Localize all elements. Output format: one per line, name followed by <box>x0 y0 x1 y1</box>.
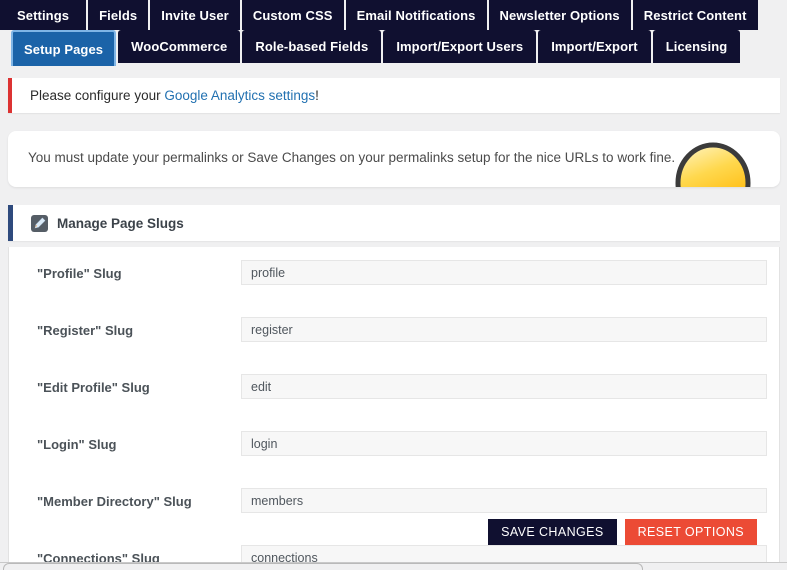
primary-tab-email-notifications[interactable]: Email Notifications <box>345 0 487 30</box>
secondary-tab-licensing[interactable]: Licensing <box>652 30 741 63</box>
secondary-tab-import-export-users[interactable]: Import/Export Users <box>383 30 537 63</box>
pencil-icon <box>31 214 48 232</box>
slug-label: "Profile" Slug <box>37 266 122 281</box>
bottom-sticky-panel <box>3 563 643 570</box>
slug-label: "Register" Slug <box>37 323 134 338</box>
primary-tab-settings[interactable]: Settings <box>0 0 87 30</box>
primary-tab-restrict-content[interactable]: Restrict Content <box>632 0 758 30</box>
slug-row: "Edit Profile" Slug <box>9 361 779 418</box>
section-header: Manage Page Slugs <box>8 205 780 241</box>
slug-input[interactable] <box>241 260 767 285</box>
secondary-tab-role-based-fields[interactable]: Role-based Fields <box>242 30 382 63</box>
slug-input[interactable] <box>241 488 767 513</box>
primary-tab-newsletter-options[interactable]: Newsletter Options <box>488 0 631 30</box>
slug-input[interactable] <box>241 431 767 456</box>
slug-label: "Edit Profile" Slug <box>37 380 150 395</box>
secondary-tab-setup-pages[interactable]: Setup Pages <box>11 30 117 66</box>
secondary-tab-woocommerce[interactable]: WooCommerce <box>118 30 241 63</box>
slug-label: "Member Directory" Slug <box>37 494 192 509</box>
slug-label: "Login" Slug <box>37 437 117 452</box>
form-action-row: SAVE CHANGES RESET OPTIONS <box>9 515 779 549</box>
lightbulb-icon <box>675 142 751 187</box>
primary-tab-fields[interactable]: Fields <box>88 0 149 30</box>
section-title: Manage Page Slugs <box>57 215 184 231</box>
primary-tab-bar: Settings Fields Invite User Custom CSS Email… <box>0 0 787 30</box>
notice-text-before: Please configure your <box>30 88 165 103</box>
admin-notice: Please configure your Google Analytics s… <box>8 78 780 113</box>
google-analytics-settings-link[interactable]: Google Analytics settings <box>164 88 315 103</box>
slug-row: "Register" Slug <box>9 304 779 361</box>
notice-text: Please configure your Google Analytics s… <box>12 88 319 103</box>
slug-input[interactable] <box>241 317 767 342</box>
reset-options-button[interactable]: RESET OPTIONS <box>624 519 757 545</box>
secondary-tab-import-export[interactable]: Import/Export <box>538 30 651 63</box>
page-slugs-panel: "Profile" Slug "Register" Slug "Edit Profi… <box>8 247 780 565</box>
permalink-warning-text: You must update your permalinks or Save … <box>28 150 676 165</box>
bottom-sticky-bar <box>0 562 787 570</box>
primary-tab-custom-css[interactable]: Custom CSS <box>241 0 344 30</box>
admin-page: Settings Fields Invite User Custom CSS Email… <box>0 0 787 570</box>
slug-row: "Profile" Slug <box>9 247 779 304</box>
secondary-tab-bar: Setup Pages WooCommerce Role-based Fields I… <box>0 30 787 71</box>
save-changes-button[interactable]: SAVE CHANGES <box>488 519 617 545</box>
primary-tab-invite-user[interactable]: Invite User <box>150 0 240 30</box>
notice-text-after: ! <box>315 88 319 103</box>
permalink-warning-card: You must update your permalinks or Save … <box>8 131 780 187</box>
slug-input[interactable] <box>241 374 767 399</box>
slug-row: "Login" Slug <box>9 418 779 475</box>
